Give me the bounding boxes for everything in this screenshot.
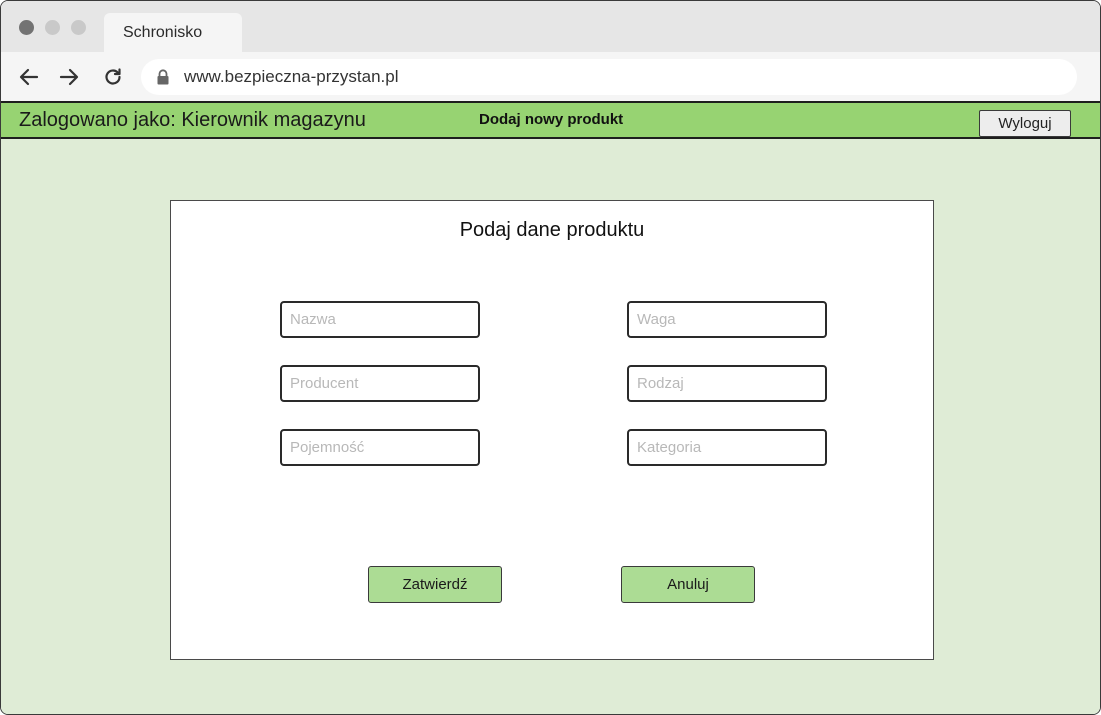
producer-field[interactable] — [280, 365, 480, 402]
cancel-button[interactable]: Anuluj — [621, 566, 755, 603]
app-header: Zalogowano jako: Kierownik magazynu Doda… — [1, 101, 1100, 139]
main-content: Podaj dane produktu Zatwierdź Anuluj — [1, 139, 1100, 714]
capacity-field[interactable] — [280, 429, 480, 466]
url-field[interactable]: www.bezpieczna-przystan.pl — [141, 59, 1077, 95]
window-maximize-dot[interactable] — [71, 20, 86, 35]
window-close-dot[interactable] — [19, 20, 34, 35]
reload-icon[interactable] — [102, 66, 124, 88]
product-form-panel: Podaj dane produktu Zatwierdź Anuluj — [170, 200, 934, 660]
logged-in-label: Zalogowano jako: Kierownik magazynu — [19, 109, 366, 131]
page-title: Dodaj nowy produkt — [479, 111, 624, 128]
url-text: www.bezpieczna-przystan.pl — [184, 67, 399, 86]
back-icon[interactable] — [18, 66, 40, 88]
browser-window: Schronisko www.bezpieczna-przystan.pl Za… — [0, 0, 1101, 715]
lock-icon — [156, 69, 170, 85]
weight-field[interactable] — [627, 301, 827, 338]
form-title: Podaj dane produktu — [459, 219, 645, 241]
submit-button[interactable]: Zatwierdź — [368, 566, 502, 603]
category-field[interactable] — [627, 429, 827, 466]
forward-icon[interactable] — [58, 66, 80, 88]
browser-titlebar: Schronisko — [1, 1, 1100, 53]
browser-tab[interactable]: Schronisko — [104, 13, 242, 53]
logout-button[interactable]: Wyloguj — [979, 110, 1071, 137]
type-field[interactable] — [627, 365, 827, 402]
window-minimize-dot[interactable] — [45, 20, 60, 35]
name-field[interactable] — [280, 301, 480, 338]
browser-address-bar: www.bezpieczna-przystan.pl — [1, 52, 1100, 101]
